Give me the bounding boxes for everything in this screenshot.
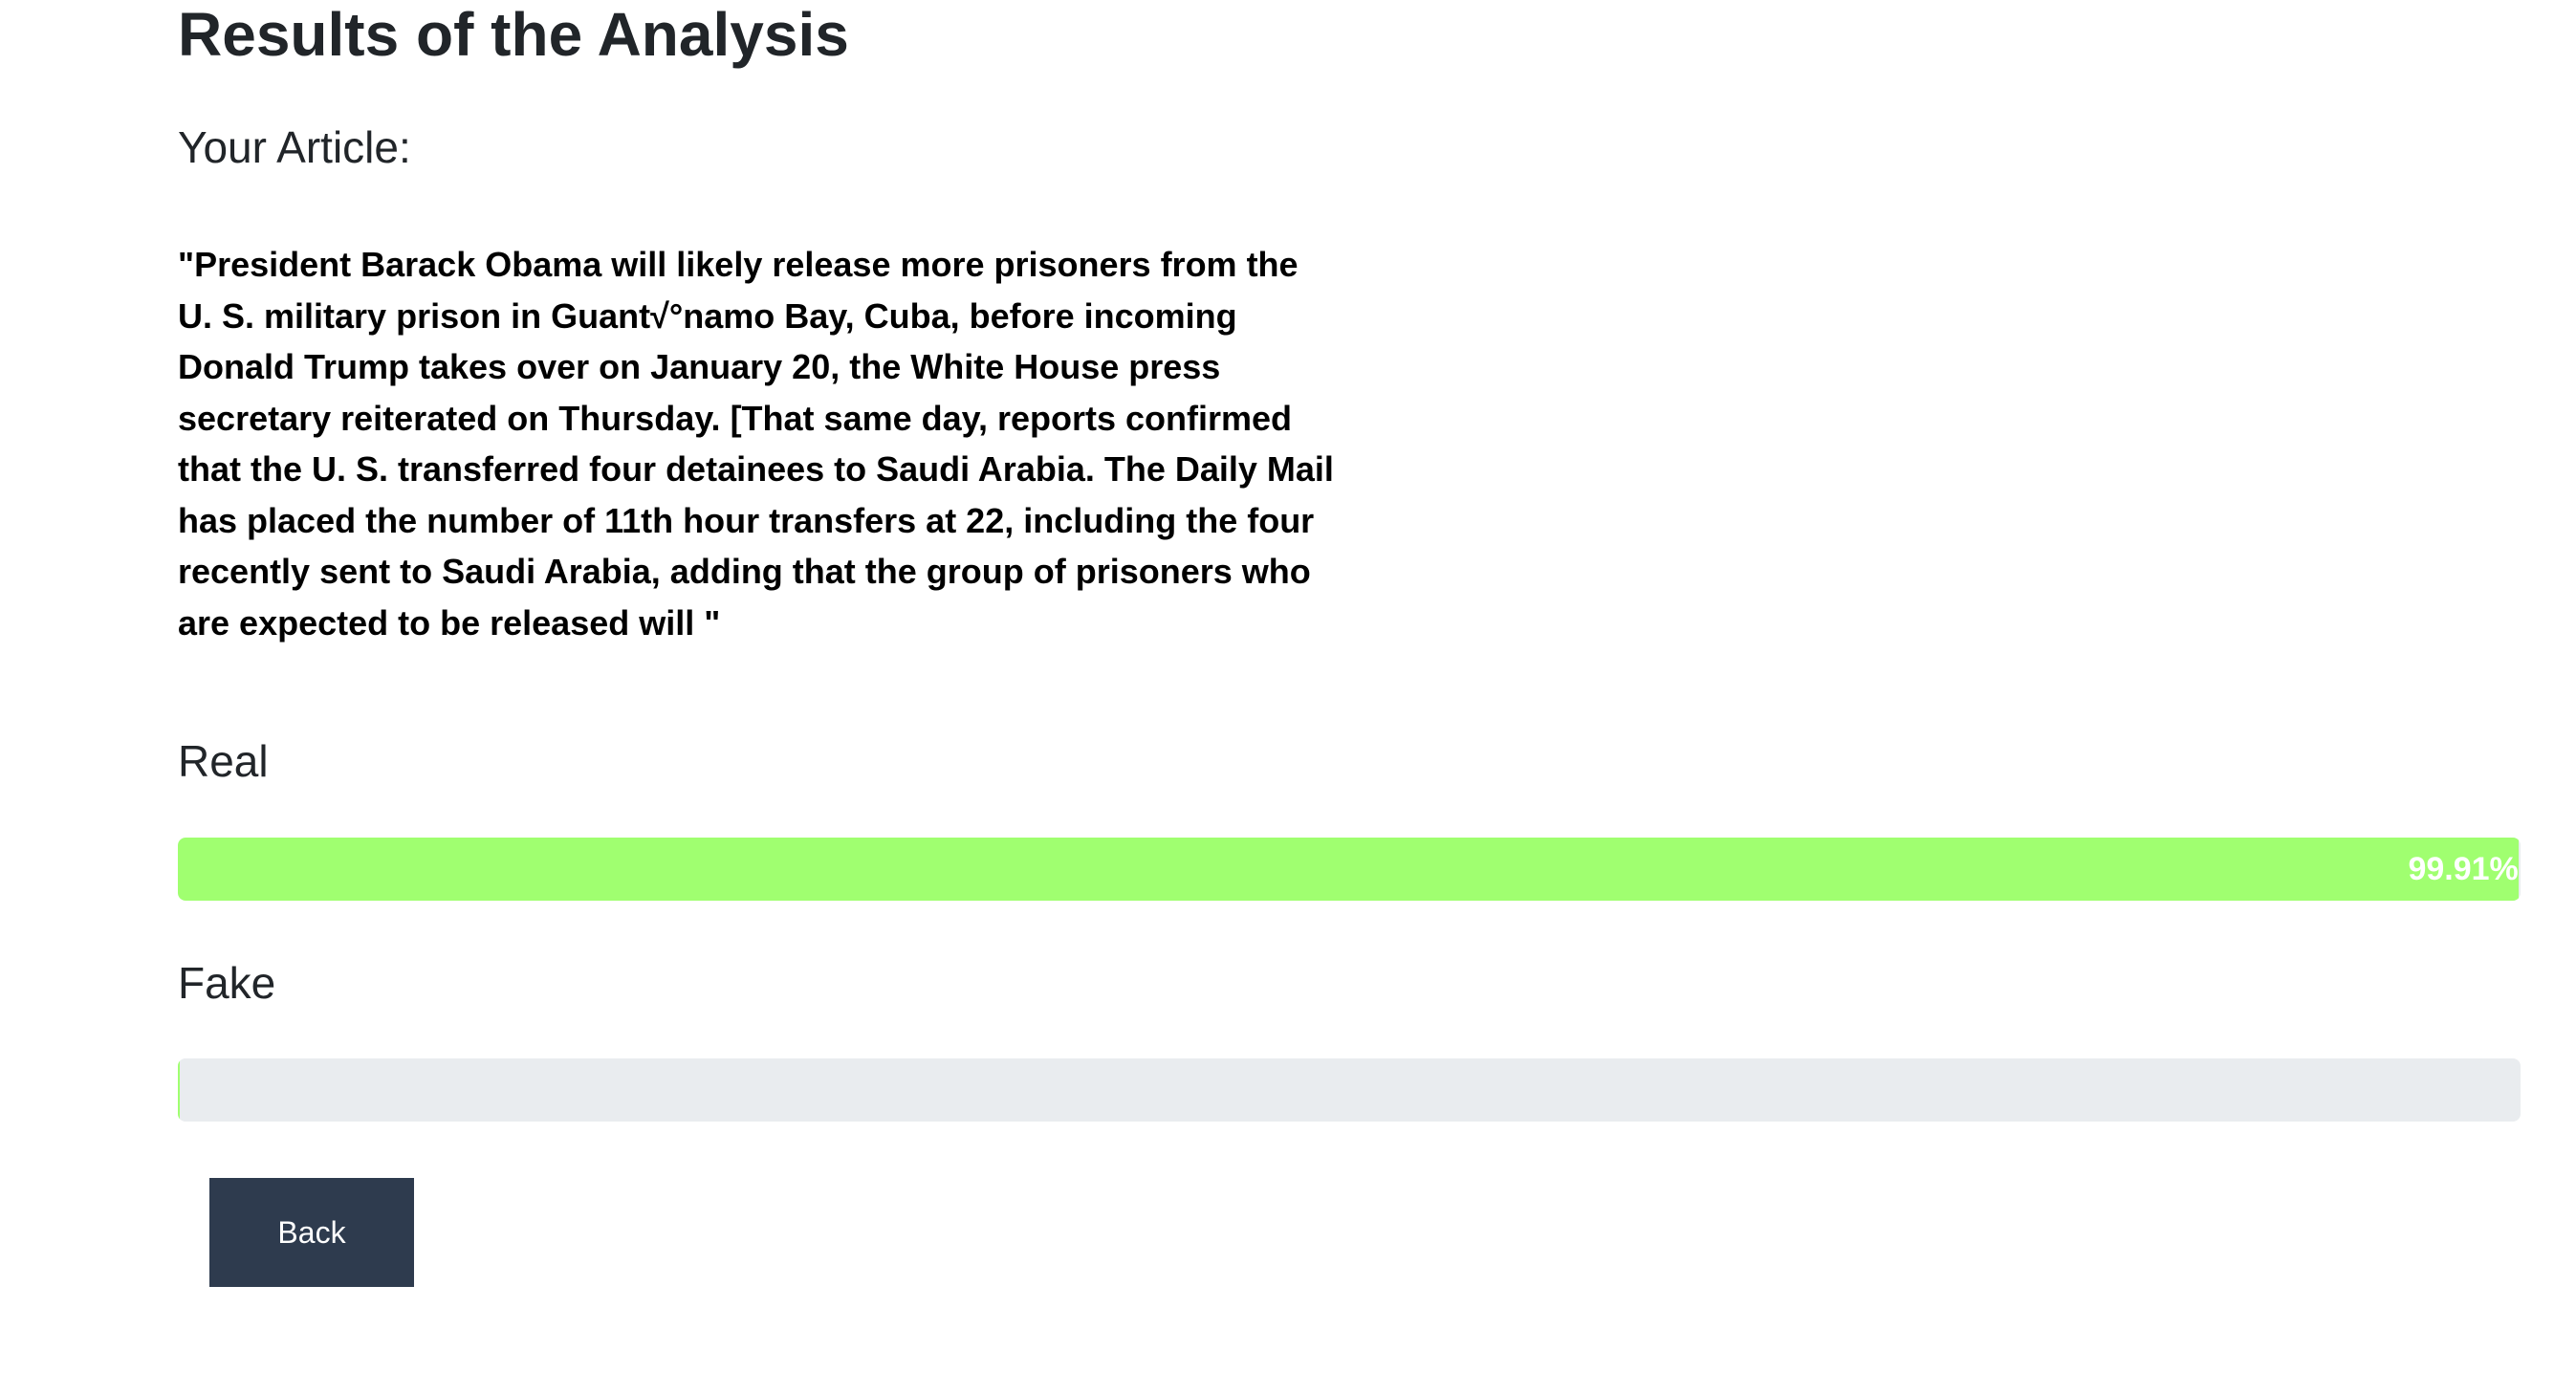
fake-progress-bar <box>178 1058 181 1122</box>
page-title: Results of the Analysis <box>178 0 849 69</box>
real-progress-bar: 99.91% <box>178 838 2519 901</box>
article-heading: Your Article: <box>178 122 411 172</box>
real-label: Real <box>178 736 269 786</box>
back-button[interactable]: Back <box>209 1178 414 1287</box>
fake-label: Fake <box>178 958 276 1008</box>
article-text: "President Barack Obama will likely rele… <box>178 245 1334 643</box>
real-progress-track: 99.91% <box>178 838 2521 901</box>
fake-progress-track <box>178 1058 2521 1122</box>
